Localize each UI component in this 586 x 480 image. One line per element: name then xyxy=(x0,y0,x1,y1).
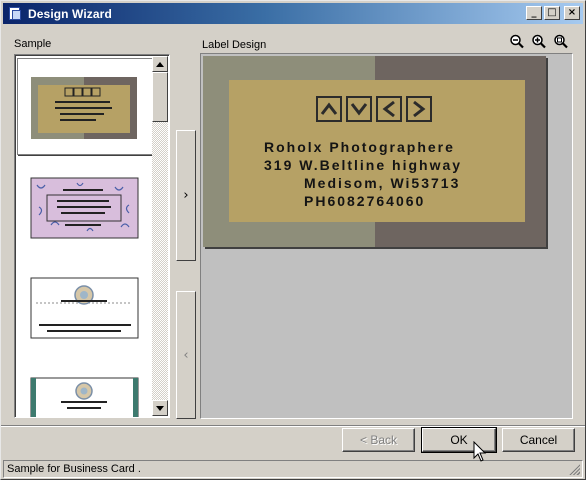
arrow-left-icon xyxy=(376,96,402,122)
sample-label: Sample xyxy=(14,38,52,50)
card-line-phone[interactable]: PH6082764060 xyxy=(304,193,425,209)
sample-scrollbar[interactable] xyxy=(152,56,168,416)
status-bar: Sample for Business Card . xyxy=(3,460,583,478)
maximize-button[interactable]: □ xyxy=(544,6,560,20)
label-design-label: Label Design xyxy=(202,39,267,51)
scroll-up-button[interactable] xyxy=(152,56,168,72)
scroll-thumb[interactable] xyxy=(152,72,168,122)
design-wizard-window: Design Wizard _ □ × Sample Label Design xyxy=(0,0,586,480)
sample-thumbnail-floral xyxy=(30,177,139,239)
label-design-canvas[interactable]: Roholx Photographere 319 W.Beltline high… xyxy=(200,53,573,419)
mouse-cursor-icon xyxy=(473,441,487,462)
close-button[interactable]: × xyxy=(564,6,580,20)
zoom-toolbar xyxy=(509,34,570,49)
arrow-right-icon xyxy=(406,96,432,122)
sample-list[interactable] xyxy=(14,54,170,418)
minimize-button[interactable]: _ xyxy=(526,6,542,20)
sample-thumbnail-photo xyxy=(31,77,137,139)
sample-item-photo-tan[interactable] xyxy=(17,58,153,155)
previous-sample-button[interactable]: ‹ xyxy=(176,291,196,419)
sample-thumbnail-emblem xyxy=(30,277,139,339)
sample-thumbnail-teal xyxy=(30,377,139,417)
cancel-button[interactable]: Cancel xyxy=(502,428,575,452)
separator xyxy=(1,425,585,427)
arrow-down-icon xyxy=(346,96,372,122)
card-inner-panel[interactable]: Roholx Photographere 319 W.Beltline high… xyxy=(229,80,525,222)
zoom-in-icon[interactable] xyxy=(531,34,548,49)
triangle-up-icon xyxy=(156,61,164,67)
business-card-preview[interactable]: Roholx Photographere 319 W.Beltline high… xyxy=(203,56,546,247)
triangle-down-icon xyxy=(156,405,164,411)
zoom-out-icon[interactable] xyxy=(509,34,526,49)
card-line-city[interactable]: Medisom, Wi53713 xyxy=(304,175,460,191)
resize-grip-icon[interactable] xyxy=(568,463,580,475)
arrow-icon-group xyxy=(316,96,432,122)
arrow-up-icon xyxy=(316,96,342,122)
sample-item-teal-emblem[interactable] xyxy=(17,377,153,417)
status-text: Sample for Business Card . xyxy=(7,463,141,475)
window-title: Design Wizard xyxy=(28,6,112,21)
next-sample-button[interactable]: › xyxy=(176,130,196,261)
chevron-left-icon: ‹ xyxy=(183,347,189,363)
chevron-right-icon: › xyxy=(183,188,189,203)
app-icon xyxy=(7,6,23,22)
back-button[interactable]: < Back xyxy=(342,428,415,452)
card-line-name[interactable]: Roholx Photographere xyxy=(264,139,455,155)
title-bar[interactable]: Design Wizard _ □ × xyxy=(3,3,583,24)
zoom-fit-icon[interactable] xyxy=(553,34,570,49)
sample-item-floral-pink[interactable] xyxy=(17,175,153,241)
scroll-down-button[interactable] xyxy=(152,400,168,416)
card-line-address[interactable]: 319 W.Beltline highway xyxy=(264,157,462,173)
sample-item-white-emblem[interactable] xyxy=(17,277,153,343)
